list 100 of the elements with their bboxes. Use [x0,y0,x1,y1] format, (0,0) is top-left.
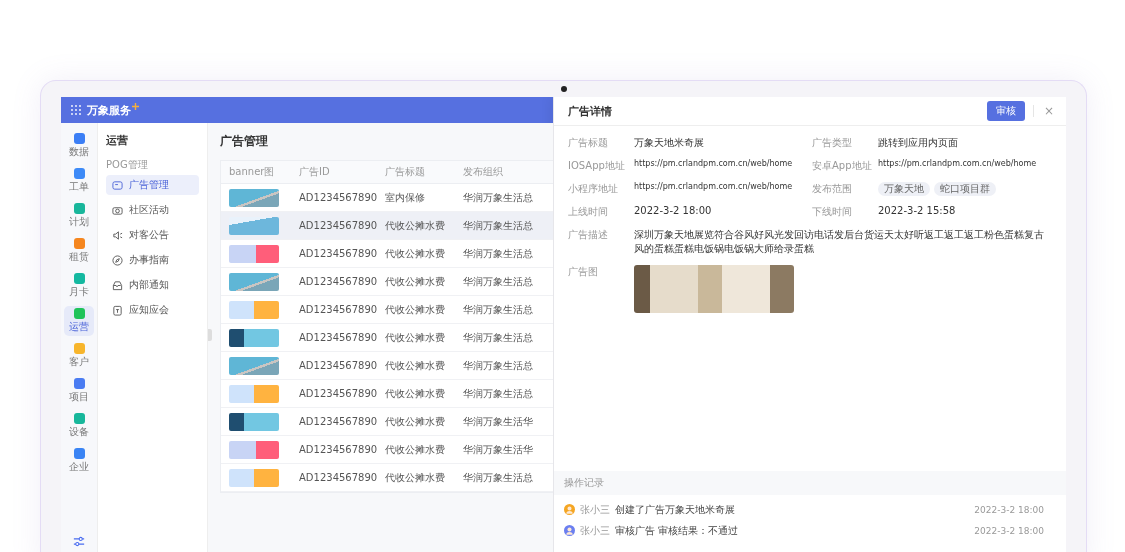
table-row[interactable]: AD1234567890 代收公摊水费 华润万象生活华 [221,436,553,464]
user-name: 张小三 [580,502,610,517]
table-cell: 华润万象生活总 [463,190,533,205]
drawer-title: 广告详情 [568,103,613,119]
plus-sparkle-icon [132,102,139,110]
banner-thumbnail [229,188,279,207]
table-row[interactable]: AD1234567890 代收公摊水费 华润万象生活总 [221,324,553,352]
table-cell: 华润万象生活华 [463,414,533,429]
field-label: 下线时间 [812,205,853,219]
table-cell: 代收公摊水费 [385,414,445,429]
table-cell: 代收公摊水费 [385,442,445,457]
table-row[interactable]: AD1234567890 代收公摊水费 华润万象生活总 [221,352,553,380]
table-cell: AD1234567890 [299,360,378,371]
table-row[interactable]: AD1234567890 代收公摊水费 华润万象生活总 [221,212,553,240]
table-cell: AD1234567890 [299,276,378,287]
menu-item[interactable]: 对客公告 [106,225,199,245]
table-row[interactable]: AD1234567890 代收公摊水费 华润万象生活总 [221,464,553,492]
rail-item[interactable]: 数据 [64,131,94,161]
table-cell: 华润万象生活总 [463,386,533,401]
section-title: 运营 [106,133,129,148]
field-value: 2022-3-2 15:58 [878,205,956,216]
sliders-icon[interactable] [73,536,85,547]
rail-item[interactable]: 客户 [64,341,94,371]
table-cell: AD1234567890 [299,248,378,259]
table-cell: AD1234567890 [299,444,378,455]
table-cell: AD1234567890 [299,472,378,483]
banner-thumbnail [229,384,279,403]
menu-item[interactable]: 广告管理 [106,175,199,195]
table-cell: 华润万象生活总 [463,358,533,373]
menu-item[interactable]: 内部通知 [106,275,199,295]
table-cell: 代收公摊水费 [385,358,445,373]
grid-menu-icon[interactable] [71,105,81,115]
rail-item[interactable]: 租赁 [64,236,94,266]
table-cell: 代收公摊水费 [385,470,445,485]
document-icon [112,304,123,316]
field-label: 小程序地址 [568,182,619,196]
field-label: IOSApp地址 [568,159,626,173]
table-cell: 华润万象生活总 [463,302,533,317]
table-cell: 代收公摊水费 [385,246,445,261]
rail-item[interactable]: 项目 [64,376,94,406]
banner-thumbnail [229,328,279,347]
banner-thumbnail [229,440,279,459]
banner-thumbnail [229,468,279,487]
table-row[interactable]: AD1234567890 代收公摊水费 华润万象生活总 [221,296,553,324]
table-cell: 华润万象生活总 [463,218,533,233]
rail-item[interactable]: 计划 [64,201,94,231]
field-label: 发布范围 [812,182,853,196]
logo-text: 万象服务 [87,102,131,118]
rail-item[interactable]: 运营 [64,306,94,336]
field-value: https://pm.crlandpm.com.cn/web/home [634,159,793,168]
menu-item[interactable]: 办事指南 [106,250,199,270]
table-row[interactable]: AD1234567890 代收公摊水费 华润万象生活华 [221,408,553,436]
table-cell: AD1234567890 [299,388,378,399]
table-cell: AD1234567890 [299,416,378,427]
field-label: 安卓App地址 [812,159,873,173]
page-title: 广告管理 [220,133,269,150]
speaker-icon [112,229,123,241]
field-label: 广告描述 [568,228,609,242]
rail-item[interactable]: 设备 [64,411,94,441]
rail-item[interactable]: 工单 [64,166,94,196]
field-label: 广告标题 [568,136,609,150]
table-cell: AD1234567890 [299,192,378,203]
menu-item[interactable]: 应知应会 [106,300,199,320]
monitor-icon [112,179,123,191]
banner-thumbnail [229,216,279,235]
log-time: 2022-3-2 18:00 [974,525,1044,536]
rail-item[interactable]: 月卡 [64,271,94,301]
table-row[interactable]: AD1234567890 代收公摊水费 华润万象生活总 [221,268,553,296]
table-cell: 华润万象生活华 [463,442,533,457]
table-cell: AD1234567890 [299,304,378,315]
compass-icon [112,254,123,266]
column-header: 发布组织 [462,165,504,179]
table-row[interactable]: AD1234567890 代收公摊水费 华润万象生活总 [221,380,553,408]
camera-icon [112,204,123,216]
menu-item[interactable]: 社区活动 [106,200,199,220]
column-header: 广告标题 [384,165,426,179]
banner-thumbnail [229,272,279,291]
table-cell: 代收公摊水费 [385,330,445,345]
table-cell: 室内保修 [385,190,425,205]
user-name: 张小三 [580,523,610,538]
field-label: 广告类型 [812,136,853,150]
review-button[interactable]: 审核 [986,101,1025,121]
inbox-icon [112,279,123,291]
table-cell: AD1234567890 [299,332,378,343]
log-time: 2022-3-2 18:00 [974,504,1044,515]
rail-item[interactable]: 企业 [64,446,94,476]
table-cell: 代收公摊水费 [385,218,445,233]
table-row[interactable]: AD1234567890 代收公摊水费 华润万象生活总 [221,240,553,268]
field-value: https://pm.crlandpm.com.cn/web/home [634,182,793,191]
camera-dot [560,86,567,92]
table-cell: 华润万象生活总 [463,330,533,345]
table-cell: 代收公摊水费 [385,302,445,317]
field-label: 广告图 [568,265,599,279]
table-cell: 华润万象生活总 [463,274,533,289]
log-action: 创建了广告万象天地米奇展 [615,502,735,517]
scope-tag: 蛇口项目群 [934,182,996,196]
field-value: https://pm.crlandpm.com.cn/web/home [878,159,1037,168]
field-value: 万象天地米奇展 [634,136,704,150]
table-cell: 代收公摊水费 [385,386,445,401]
banner-thumbnail [229,356,279,375]
